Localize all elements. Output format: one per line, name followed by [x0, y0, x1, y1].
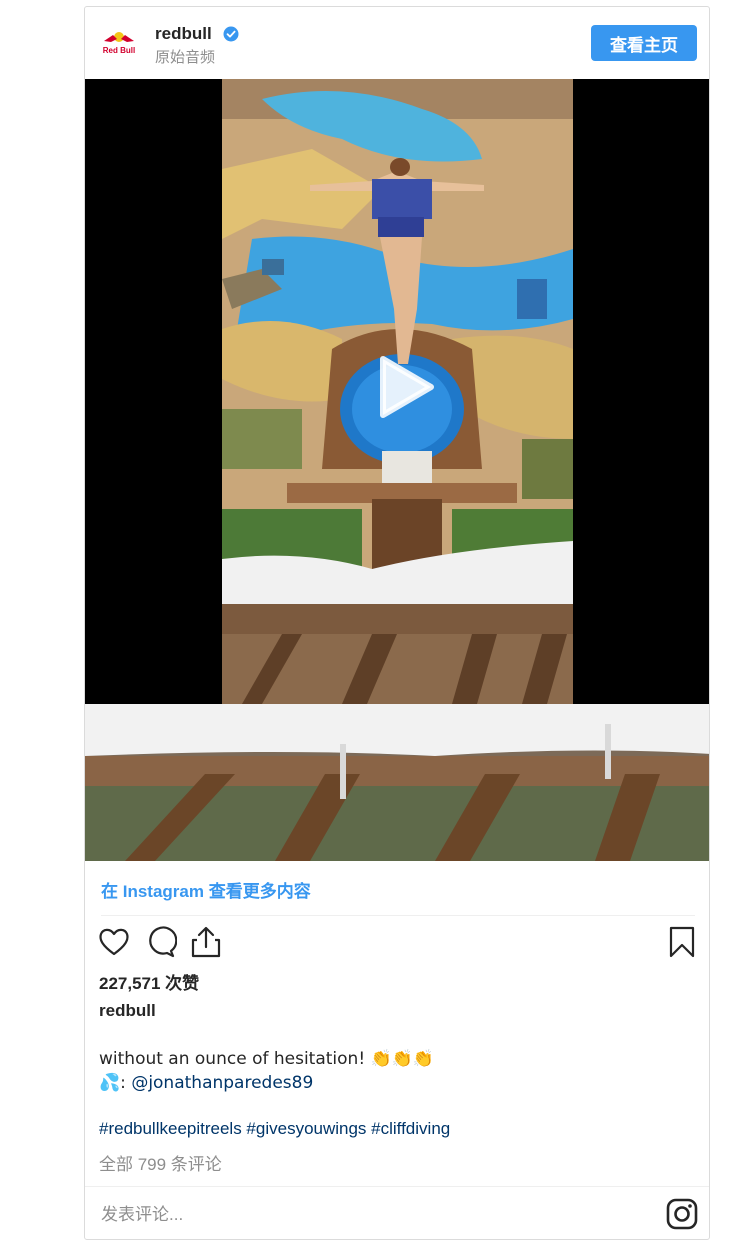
- post-video[interactable]: [85, 79, 709, 861]
- likes-count[interactable]: 227,571 次赞: [99, 969, 199, 994]
- instagram-embed-card: Red Bull redbull 原始音频 查看主页 在 Instagram 查…: [84, 6, 710, 1240]
- view-all-comments-link[interactable]: 全部 799 条评论: [99, 1150, 222, 1175]
- mention-link[interactable]: @jonathanparedes89: [131, 1073, 313, 1093]
- credit-prefix: 💦:: [99, 1073, 132, 1093]
- divider: [85, 1186, 709, 1187]
- caption-username[interactable]: redbull: [99, 1001, 156, 1021]
- caption-text: without an ounce of hesitation! 👏👏👏: [99, 1049, 435, 1069]
- view-profile-button[interactable]: 查看主页: [591, 25, 697, 61]
- comment-input[interactable]: [99, 1199, 623, 1231]
- share-icon[interactable]: [189, 925, 223, 959]
- audio-label[interactable]: 原始音频: [155, 46, 215, 67]
- heart-icon[interactable]: [97, 925, 131, 959]
- hashtags[interactable]: #redbullkeepitreels #givesyouwings #clif…: [99, 1119, 450, 1139]
- caption-credit: 💦: @jonathanparedes89: [99, 1073, 313, 1093]
- username[interactable]: redbull: [155, 24, 212, 44]
- play-icon[interactable]: [361, 347, 441, 427]
- video-still-frame: [85, 704, 709, 861]
- speech-bubble-icon[interactable]: [143, 925, 177, 959]
- post-header: Red Bull redbull 原始音频 查看主页: [85, 7, 709, 79]
- bookmark-icon[interactable]: [665, 925, 699, 959]
- logo-text: Red Bull: [103, 46, 135, 55]
- view-more-on-instagram-link[interactable]: 在 Instagram 查看更多内容: [101, 877, 311, 902]
- divider: [101, 915, 695, 916]
- redbull-logo[interactable]: Red Bull: [101, 29, 137, 57]
- verified-badge-icon: [223, 26, 239, 42]
- instagram-icon[interactable]: [665, 1197, 699, 1231]
